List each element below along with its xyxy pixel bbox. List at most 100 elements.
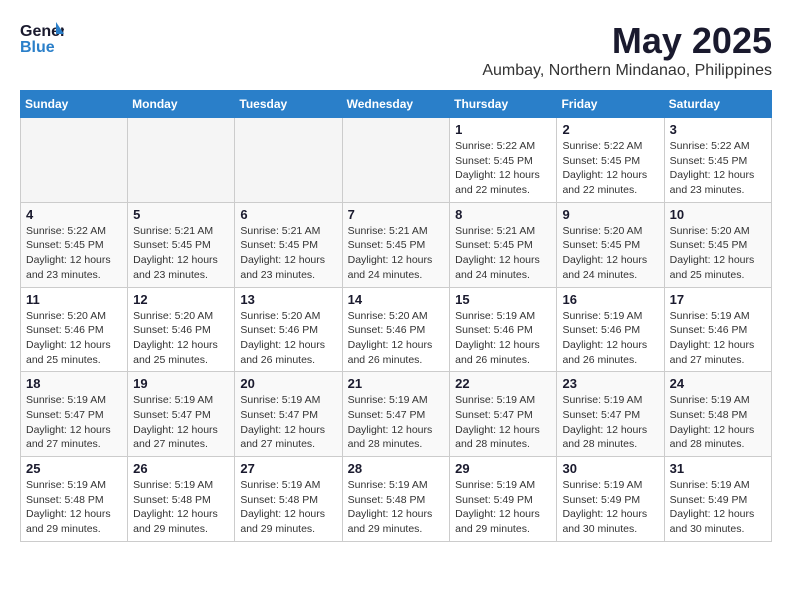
day-number: 9 bbox=[562, 207, 658, 222]
calendar-cell: 14 Sunrise: 5:20 AM Sunset: 5:46 PM Dayli… bbox=[342, 287, 450, 372]
day-info: Sunrise: 5:19 AM Sunset: 5:49 PM Dayligh… bbox=[455, 478, 551, 537]
day-info: Sunrise: 5:19 AM Sunset: 5:47 PM Dayligh… bbox=[348, 393, 445, 452]
logo: General Blue bbox=[20, 20, 64, 56]
day-info: Sunrise: 5:19 AM Sunset: 5:47 PM Dayligh… bbox=[455, 393, 551, 452]
day-info: Sunrise: 5:20 AM Sunset: 5:45 PM Dayligh… bbox=[562, 224, 658, 283]
day-number: 10 bbox=[670, 207, 766, 222]
calendar-cell: 13 Sunrise: 5:20 AM Sunset: 5:46 PM Dayli… bbox=[235, 287, 342, 372]
day-info: Sunrise: 5:20 AM Sunset: 5:45 PM Dayligh… bbox=[670, 224, 766, 283]
logo-icon: General Blue bbox=[20, 20, 64, 56]
calendar-cell: 24Sunrise: 5:19 AM Sunset: 5:48 PM Dayli… bbox=[664, 372, 771, 457]
calendar-cell: 31Sunrise: 5:19 AM Sunset: 5:49 PM Dayli… bbox=[664, 457, 771, 542]
day-number: 17 bbox=[670, 292, 766, 307]
calendar-cell: 3 Sunrise: 5:22 AM Sunset: 5:45 PM Daylig… bbox=[664, 118, 771, 203]
weekday-header-row: SundayMondayTuesdayWednesdayThursdayFrid… bbox=[21, 91, 772, 118]
day-number: 3 bbox=[670, 122, 766, 137]
calendar-week-2: 4 Sunrise: 5:22 AM Sunset: 5:45 PM Daylig… bbox=[21, 202, 772, 287]
day-info: Sunrise: 5:21 AM Sunset: 5:45 PM Dayligh… bbox=[240, 224, 336, 283]
day-info: Sunrise: 5:20 AM Sunset: 5:46 PM Dayligh… bbox=[348, 309, 445, 368]
calendar-week-1: 1Sunrise: 5:22 AM Sunset: 5:45 PM Daylig… bbox=[21, 118, 772, 203]
calendar-cell: 26Sunrise: 5:19 AM Sunset: 5:48 PM Dayli… bbox=[128, 457, 235, 542]
day-info: Sunrise: 5:20 AM Sunset: 5:46 PM Dayligh… bbox=[240, 309, 336, 368]
day-number: 21 bbox=[348, 376, 445, 391]
calendar-cell: 11 Sunrise: 5:20 AM Sunset: 5:46 PM Dayli… bbox=[21, 287, 128, 372]
day-number: 24 bbox=[670, 376, 766, 391]
day-number: 7 bbox=[348, 207, 445, 222]
day-info: Sunrise: 5:20 AM Sunset: 5:46 PM Dayligh… bbox=[26, 309, 122, 368]
month-title: May 2025 bbox=[482, 20, 772, 62]
day-info: Sunrise: 5:22 AM Sunset: 5:45 PM Dayligh… bbox=[670, 139, 766, 198]
calendar-cell: 23Sunrise: 5:19 AM Sunset: 5:47 PM Dayli… bbox=[557, 372, 664, 457]
calendar-table: SundayMondayTuesdayWednesdayThursdayFrid… bbox=[20, 90, 772, 542]
calendar-cell: 5 Sunrise: 5:21 AM Sunset: 5:45 PM Daylig… bbox=[128, 202, 235, 287]
day-info: Sunrise: 5:19 AM Sunset: 5:47 PM Dayligh… bbox=[562, 393, 658, 452]
weekday-header-sunday: Sunday bbox=[21, 91, 128, 118]
day-info: Sunrise: 5:19 AM Sunset: 5:48 PM Dayligh… bbox=[26, 478, 122, 537]
day-number: 14 bbox=[348, 292, 445, 307]
svg-text:Blue: Blue bbox=[20, 39, 55, 56]
calendar-cell: 8 Sunrise: 5:21 AM Sunset: 5:45 PM Daylig… bbox=[450, 202, 557, 287]
day-number: 6 bbox=[240, 207, 336, 222]
calendar-cell bbox=[21, 118, 128, 203]
weekday-header-monday: Monday bbox=[128, 91, 235, 118]
day-info: Sunrise: 5:20 AM Sunset: 5:46 PM Dayligh… bbox=[133, 309, 229, 368]
weekday-header-tuesday: Tuesday bbox=[235, 91, 342, 118]
day-number: 28 bbox=[348, 461, 445, 476]
calendar-cell: 18 Sunrise: 5:19 AM Sunset: 5:47 PM Dayli… bbox=[21, 372, 128, 457]
calendar-cell: 19Sunrise: 5:19 AM Sunset: 5:47 PM Dayli… bbox=[128, 372, 235, 457]
day-number: 29 bbox=[455, 461, 551, 476]
page-header: General Blue May 2025 Aumbay, Northern M… bbox=[20, 20, 772, 80]
calendar-cell bbox=[235, 118, 342, 203]
calendar-week-4: 18 Sunrise: 5:19 AM Sunset: 5:47 PM Dayli… bbox=[21, 372, 772, 457]
weekday-header-friday: Friday bbox=[557, 91, 664, 118]
calendar-cell bbox=[128, 118, 235, 203]
calendar-cell: 16Sunrise: 5:19 AM Sunset: 5:46 PM Dayli… bbox=[557, 287, 664, 372]
day-info: Sunrise: 5:19 AM Sunset: 5:47 PM Dayligh… bbox=[133, 393, 229, 452]
calendar-cell: 22 Sunrise: 5:19 AM Sunset: 5:47 PM Dayli… bbox=[450, 372, 557, 457]
weekday-header-saturday: Saturday bbox=[664, 91, 771, 118]
calendar-cell: 21 Sunrise: 5:19 AM Sunset: 5:47 PM Dayli… bbox=[342, 372, 450, 457]
calendar-cell: 7 Sunrise: 5:21 AM Sunset: 5:45 PM Daylig… bbox=[342, 202, 450, 287]
calendar-cell: 1Sunrise: 5:22 AM Sunset: 5:45 PM Daylig… bbox=[450, 118, 557, 203]
day-info: Sunrise: 5:22 AM Sunset: 5:45 PM Dayligh… bbox=[455, 139, 551, 198]
day-number: 8 bbox=[455, 207, 551, 222]
day-number: 5 bbox=[133, 207, 229, 222]
day-number: 30 bbox=[562, 461, 658, 476]
calendar-body: 1Sunrise: 5:22 AM Sunset: 5:45 PM Daylig… bbox=[21, 118, 772, 542]
day-info: Sunrise: 5:21 AM Sunset: 5:45 PM Dayligh… bbox=[348, 224, 445, 283]
day-number: 13 bbox=[240, 292, 336, 307]
calendar-cell bbox=[342, 118, 450, 203]
calendar-cell: 9 Sunrise: 5:20 AM Sunset: 5:45 PM Daylig… bbox=[557, 202, 664, 287]
calendar-cell: 10 Sunrise: 5:20 AM Sunset: 5:45 PM Dayli… bbox=[664, 202, 771, 287]
day-info: Sunrise: 5:19 AM Sunset: 5:46 PM Dayligh… bbox=[562, 309, 658, 368]
day-info: Sunrise: 5:21 AM Sunset: 5:45 PM Dayligh… bbox=[455, 224, 551, 283]
title-block: May 2025 Aumbay, Northern Mindanao, Phil… bbox=[482, 20, 772, 80]
day-number: 25 bbox=[26, 461, 122, 476]
calendar-cell: 4 Sunrise: 5:22 AM Sunset: 5:45 PM Daylig… bbox=[21, 202, 128, 287]
calendar-cell: 12Sunrise: 5:20 AM Sunset: 5:46 PM Dayli… bbox=[128, 287, 235, 372]
day-info: Sunrise: 5:19 AM Sunset: 5:46 PM Dayligh… bbox=[670, 309, 766, 368]
weekday-header-wednesday: Wednesday bbox=[342, 91, 450, 118]
calendar-cell: 25 Sunrise: 5:19 AM Sunset: 5:48 PM Dayli… bbox=[21, 457, 128, 542]
day-info: Sunrise: 5:19 AM Sunset: 5:48 PM Dayligh… bbox=[348, 478, 445, 537]
day-info: Sunrise: 5:21 AM Sunset: 5:45 PM Dayligh… bbox=[133, 224, 229, 283]
calendar-cell: 27Sunrise: 5:19 AM Sunset: 5:48 PM Dayli… bbox=[235, 457, 342, 542]
day-number: 15 bbox=[455, 292, 551, 307]
day-info: Sunrise: 5:22 AM Sunset: 5:45 PM Dayligh… bbox=[26, 224, 122, 283]
day-number: 20 bbox=[240, 376, 336, 391]
day-info: Sunrise: 5:22 AM Sunset: 5:45 PM Dayligh… bbox=[562, 139, 658, 198]
calendar-cell: 17 Sunrise: 5:19 AM Sunset: 5:46 PM Dayli… bbox=[664, 287, 771, 372]
day-number: 11 bbox=[26, 292, 122, 307]
day-number: 18 bbox=[26, 376, 122, 391]
calendar-cell: 15Sunrise: 5:19 AM Sunset: 5:46 PM Dayli… bbox=[450, 287, 557, 372]
day-number: 22 bbox=[455, 376, 551, 391]
calendar-cell: 20Sunrise: 5:19 AM Sunset: 5:47 PM Dayli… bbox=[235, 372, 342, 457]
day-number: 4 bbox=[26, 207, 122, 222]
calendar-cell: 2Sunrise: 5:22 AM Sunset: 5:45 PM Daylig… bbox=[557, 118, 664, 203]
calendar-week-5: 25 Sunrise: 5:19 AM Sunset: 5:48 PM Dayli… bbox=[21, 457, 772, 542]
day-info: Sunrise: 5:19 AM Sunset: 5:48 PM Dayligh… bbox=[240, 478, 336, 537]
day-info: Sunrise: 5:19 AM Sunset: 5:47 PM Dayligh… bbox=[26, 393, 122, 452]
weekday-header-thursday: Thursday bbox=[450, 91, 557, 118]
day-info: Sunrise: 5:19 AM Sunset: 5:49 PM Dayligh… bbox=[562, 478, 658, 537]
calendar-cell: 6 Sunrise: 5:21 AM Sunset: 5:45 PM Daylig… bbox=[235, 202, 342, 287]
